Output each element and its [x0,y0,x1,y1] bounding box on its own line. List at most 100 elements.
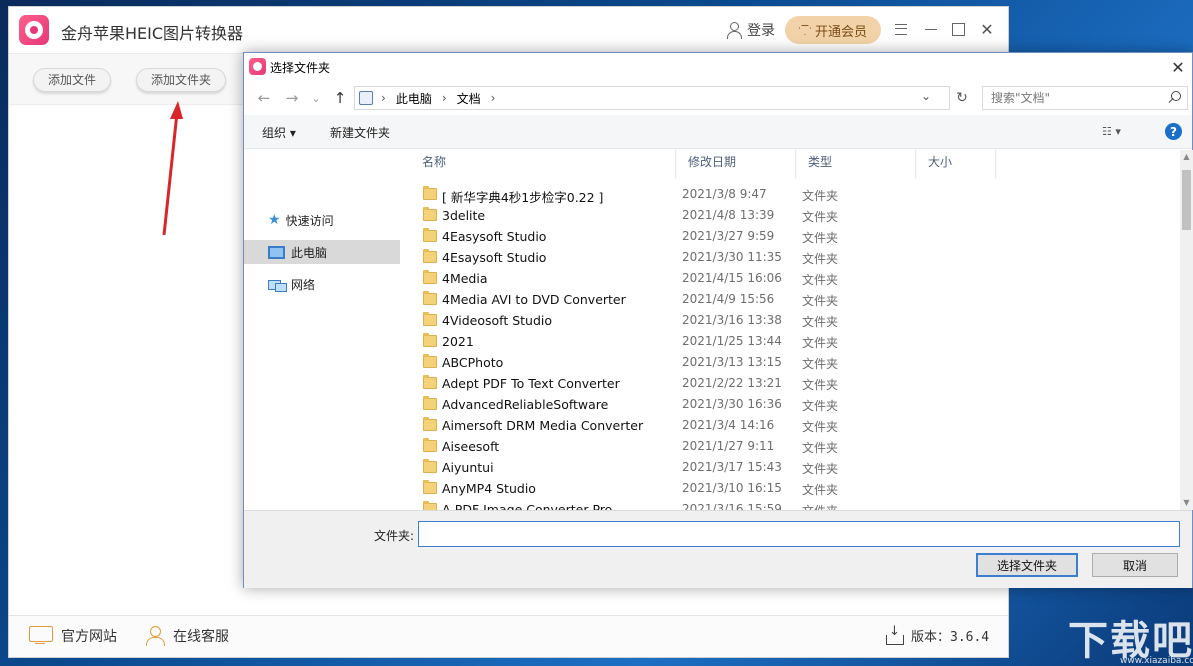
this-pc-icon [268,246,285,259]
folder-icon [423,440,437,452]
folder-icon [423,251,437,263]
diamond-icon [799,25,811,35]
table-row[interactable]: 3delite2021/4/8 13:39文件夹 [410,206,1180,227]
column-header-size[interactable]: 大小 [916,150,996,178]
table-row[interactable]: Aiseesoft 2021/1/27 9:11 文件夹 [410,437,1180,458]
folder-icon [423,293,437,305]
table-row[interactable]: Aimersoft DRM Media Converter2021/3/4 14… [410,416,1180,437]
online-support-label: 在线客服 [173,626,229,646]
table-row[interactable]: 4Esaysoft Studio2021/3/30 11:35文件夹 [410,248,1180,269]
menu-icon[interactable] [891,19,911,39]
file-type: 文件夹 [802,250,838,267]
refresh-icon[interactable]: ↻ [952,88,972,108]
table-row[interactable]: Adept PDF To Text Converter2021/2/22 13:… [410,374,1180,395]
column-header-modified[interactable]: 修改日期 [676,150,796,178]
table-row[interactable]: [ 新华字典4秒1步检字0.22 ]2021/3/8 9:47文件夹 [410,185,1180,206]
table-row[interactable]: 4Videosoft Studio2021/3/16 13:38文件夹 [410,311,1180,332]
table-row[interactable]: A-PDF Image Converter Pro2021/3/16 15:59… [410,500,1180,510]
folder-icon [423,356,437,368]
table-row[interactable]: AnyMP4 Studio2021/3/10 16:15文件夹 [410,479,1180,500]
online-support-link[interactable]: 在线客服 [145,626,229,646]
login-label: 登录 [747,20,775,40]
network-icon [268,278,285,291]
file-name: A-PDF Image Converter Pro [442,502,612,510]
table-row[interactable]: 4Easysoft Studio2021/3/27 9:59文件夹 [410,227,1180,248]
dialog-close-icon[interactable]: ✕ [1166,55,1190,79]
organize-menu[interactable]: 组织 ▾ [262,124,296,141]
nav-item-label: 快速访问 [286,212,334,229]
close-icon[interactable]: ✕ [977,19,997,39]
folder-name-input[interactable] [418,521,1180,547]
search-input[interactable] [983,87,1153,109]
maximize-icon[interactable] [948,19,968,39]
table-row[interactable]: ABCPhoto2021/3/13 13:15文件夹 [410,353,1180,374]
forward-arrow-icon[interactable]: → [282,88,302,108]
table-row[interactable]: 20212021/1/25 13:44文件夹 [410,332,1180,353]
table-row[interactable]: AdvancedReliableSoftware 2021/3/30 16:36 文… [410,395,1180,416]
view-options-icon[interactable]: ☷ ▾ [1102,125,1142,141]
scroll-up-icon[interactable]: ▲ [1180,150,1193,164]
file-modified-date: 2021/2/22 13:21 [682,376,782,390]
version-info[interactable]: 版本：3.6.4 [885,626,989,645]
file-name: 4Media [442,271,488,286]
file-type: 文件夹 [802,460,838,477]
user-icon [725,21,743,39]
table-row[interactable]: 4Media AVI to DVD Converter2021/4/9 15:5… [410,290,1180,311]
column-header-type[interactable]: 类型 [796,150,916,178]
folder-icon [423,230,437,242]
file-modified-date: 2021/3/4 14:16 [682,418,774,432]
scrollbar-thumb[interactable] [1182,170,1191,230]
minimize-icon[interactable] [921,19,941,39]
official-website-link[interactable]: 官方网站 [29,626,117,646]
file-type: 文件夹 [802,313,838,330]
file-name: AdvancedReliableSoftware [442,397,608,412]
breadcrumb-this-pc[interactable]: 此电脑 [396,90,432,107]
file-type: 文件夹 [802,418,838,435]
quick-access-star-icon: ★ [268,212,281,228]
file-type: 文件夹 [802,355,838,372]
column-header-name[interactable]: 名称 [410,150,676,178]
folder-icon [423,188,437,200]
breadcrumb-separator: › [491,91,496,105]
breadcrumb-separator: › [381,91,386,105]
up-arrow-icon[interactable]: ↑ [330,88,350,108]
address-bar[interactable]: › 此电脑 › 文档 › ⌄ [354,86,950,110]
search-icon[interactable] [1169,91,1181,103]
table-row[interactable]: Aiyuntui2021/3/17 15:43文件夹 [410,458,1180,479]
file-modified-date: 2021/3/16 13:38 [682,313,782,327]
add-folder-button[interactable]: 添加文件夹 [136,68,226,92]
nav-item-network[interactable]: 网络 [244,272,400,296]
address-dropdown-icon[interactable]: ⌄ [921,89,931,103]
file-type: 文件夹 [802,229,838,246]
cancel-button[interactable]: 取消 [1092,553,1178,577]
scroll-down-icon[interactable]: ▼ [1180,496,1193,510]
login-button[interactable]: 登录 [725,17,775,43]
file-modified-date: 2021/3/30 16:36 [682,397,782,411]
nav-item-this-pc[interactable]: 此电脑 [244,240,400,264]
help-icon[interactable]: ? [1165,123,1182,140]
new-folder-button[interactable]: 新建文件夹 [330,124,390,141]
recent-locations-icon[interactable]: ⌄ [306,88,326,108]
watermark-url: www.xiazaiba.com [1120,656,1193,666]
monitor-icon [29,626,53,646]
file-name: Aiseesoft [442,439,499,454]
vertical-scrollbar[interactable]: ▲ ▼ [1180,150,1193,510]
download-icon [885,627,903,645]
nav-item-quick-access[interactable]: ★ 快速访问 [244,208,400,232]
file-type: 文件夹 [802,397,838,414]
back-arrow-icon[interactable]: ← [254,88,274,108]
select-folder-button[interactable]: 选择文件夹 [976,553,1078,577]
navigation-pane: ★ 快速访问 此电脑 网络 [244,150,404,510]
file-name: ABCPhoto [442,355,503,370]
file-modified-date: 2021/3/17 15:43 [682,460,782,474]
breadcrumb-separator: › [442,91,447,105]
file-modified-date: 2021/4/8 13:39 [682,208,774,222]
command-bar: 组织 ▾ 新建文件夹 ☷ ▾ ? [244,115,1192,149]
vip-button[interactable]: 开通会员 [785,16,881,44]
add-file-button[interactable]: 添加文件 [33,68,111,92]
folder-icon [423,398,437,410]
file-modified-date: 2021/1/27 9:11 [682,439,774,453]
table-row[interactable]: 4Media2021/4/15 16:06文件夹 [410,269,1180,290]
file-type: 文件夹 [802,439,838,456]
breadcrumb-documents[interactable]: 文档 [457,90,481,107]
